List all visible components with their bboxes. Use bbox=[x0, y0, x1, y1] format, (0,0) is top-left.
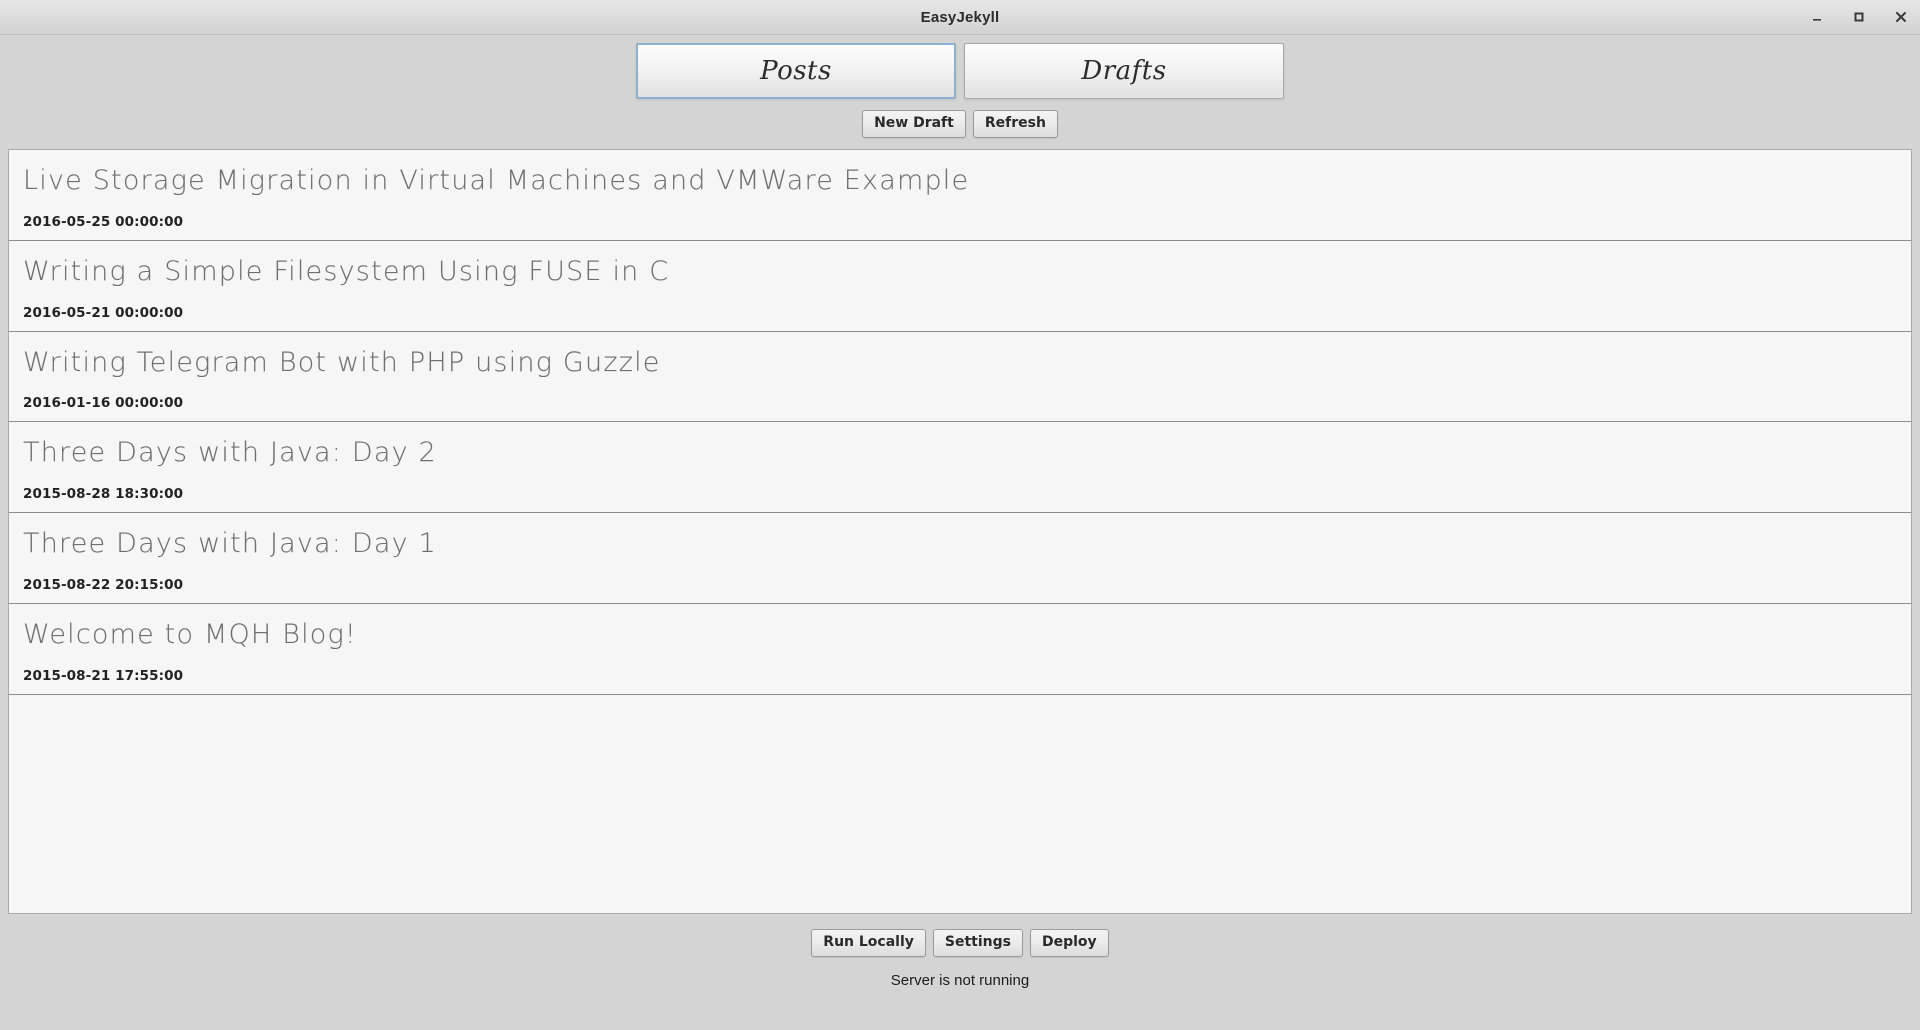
refresh-button[interactable]: Refresh bbox=[972, 110, 1058, 138]
window-title: EasyJekyll bbox=[920, 8, 1000, 26]
deploy-button[interactable]: Deploy bbox=[1030, 929, 1109, 957]
new-draft-button[interactable]: New Draft bbox=[862, 110, 966, 138]
post-date: 2015-08-22 20:15:00 bbox=[23, 576, 184, 593]
action-toolbar: New Draft Refresh bbox=[0, 109, 1920, 139]
post-title: Three Days with Java: Day 2 bbox=[23, 437, 437, 469]
tab-drafts[interactable]: Drafts bbox=[964, 43, 1284, 99]
post-date: 2015-08-21 17:55:00 bbox=[23, 667, 184, 684]
post-title: Writing Telegram Bot with PHP using Guzz… bbox=[23, 346, 661, 378]
list-item[interactable]: Writing a Simple Filesystem Using FUSE i… bbox=[9, 240, 1911, 332]
post-title: Three Days with Java: Day 1 bbox=[23, 528, 437, 559]
post-title: Welcome to MQH Blog! bbox=[23, 618, 357, 650]
close-icon[interactable] bbox=[1890, 6, 1912, 28]
settings-button[interactable]: Settings bbox=[932, 929, 1023, 957]
tab-bar: Posts Drafts bbox=[0, 35, 1920, 99]
post-list[interactable]: Live Storage Migration in Virtual Machin… bbox=[8, 149, 1912, 914]
footer-toolbar: Run Locally Settings Deploy bbox=[0, 928, 1920, 958]
list-item[interactable]: Three Days with Java: Day 1 2015-08-22 2… bbox=[9, 513, 1911, 604]
title-bar: EasyJekyll bbox=[0, 0, 1920, 35]
maximize-icon[interactable] bbox=[1848, 6, 1870, 28]
window-controls bbox=[1806, 0, 1912, 34]
tab-posts-label: Posts bbox=[760, 56, 832, 86]
minimize-icon[interactable] bbox=[1806, 6, 1828, 28]
post-date: 2016-01-16 00:00:00 bbox=[23, 395, 184, 412]
list-item[interactable]: Welcome to MQH Blog! 2015-08-21 17:55:00 bbox=[9, 603, 1911, 695]
post-title: Live Storage Migration in Virtual Machin… bbox=[23, 165, 970, 196]
post-date: 2016-05-25 00:00:00 bbox=[23, 213, 184, 230]
list-item[interactable]: Writing Telegram Bot with PHP using Guzz… bbox=[9, 331, 1911, 423]
list-item[interactable]: Three Days with Java: Day 2 2015-08-28 1… bbox=[9, 422, 1911, 513]
list-item[interactable]: Live Storage Migration in Virtual Machin… bbox=[9, 150, 1911, 241]
post-date: 2016-05-21 00:00:00 bbox=[23, 304, 184, 321]
run-locally-button[interactable]: Run Locally bbox=[811, 929, 926, 957]
status-text: Server is not running bbox=[890, 972, 1030, 989]
post-title: Writing a Simple Filesystem Using FUSE i… bbox=[23, 255, 670, 287]
post-date: 2015-08-28 18:30:00 bbox=[23, 486, 184, 502]
tab-posts[interactable]: Posts bbox=[636, 43, 956, 99]
tab-drafts-label: Drafts bbox=[1081, 56, 1167, 86]
